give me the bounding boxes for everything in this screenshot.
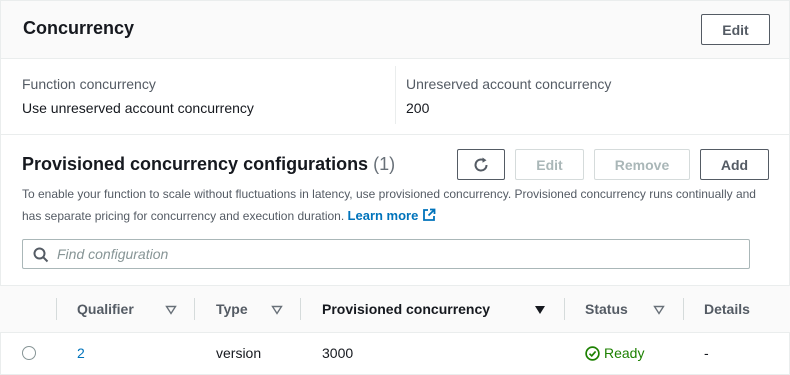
provisioned-title-text: Provisioned concurrency configurations (22, 154, 369, 174)
provisioned-description: To enable your function to scale without… (22, 183, 772, 227)
row-select-radio[interactable] (22, 346, 36, 360)
search-box[interactable] (22, 239, 750, 269)
table-row-status: Ready (585, 345, 644, 361)
search-input[interactable] (57, 240, 737, 268)
status-text: Ready (604, 345, 645, 361)
unreserved-concurrency-value: 200 (406, 100, 430, 116)
column-provisioned-concurrency[interactable]: Provisioned concurrency (322, 286, 490, 332)
column-details: Details (704, 301, 750, 317)
sort-triangle-icon[interactable] (653, 305, 665, 315)
provisioned-title: Provisioned concurrency configurations (… (22, 154, 395, 175)
remove-button[interactable]: Remove (594, 149, 690, 180)
sort-active-icon[interactable] (534, 305, 546, 315)
table-row-qualifier: 2 (77, 345, 85, 361)
concurrency-title: Concurrency (23, 18, 135, 38)
refresh-button[interactable] (457, 149, 505, 180)
sort-triangle-icon[interactable] (271, 305, 283, 315)
column-status[interactable]: Status (585, 286, 628, 332)
refresh-icon (474, 157, 488, 171)
column-type[interactable]: Type (216, 286, 248, 332)
column-separator (194, 298, 195, 320)
search-icon (33, 247, 49, 263)
learn-more-link[interactable]: Learn more (348, 208, 437, 223)
add-button[interactable]: Add (700, 149, 769, 180)
column-separator (300, 298, 301, 320)
column-separator (564, 298, 565, 320)
status-check-icon (585, 345, 600, 361)
table-row-type: version (216, 345, 262, 361)
column-separator (56, 298, 57, 320)
provisioned-edit-button[interactable]: Edit (515, 149, 584, 180)
external-link-icon (423, 208, 436, 221)
concurrency-edit-button[interactable]: Edit (701, 14, 770, 45)
qualifier-link[interactable]: 2 (77, 345, 85, 361)
table-row-details: - (704, 345, 709, 361)
column-separator (683, 298, 684, 320)
function-concurrency-label: Function concurrency (22, 76, 156, 92)
sort-triangle-icon[interactable] (165, 305, 177, 315)
provisioned-count: (1) (373, 154, 396, 174)
table-row-provisioned-concurrency: 3000 (322, 345, 354, 361)
kv-divider (395, 66, 396, 124)
table-header: Qualifier Type Provisioned concurrency S… (0, 285, 790, 333)
column-qualifier[interactable]: Qualifier (77, 286, 134, 332)
unreserved-concurrency-label: Unreserved account concurrency (406, 76, 612, 92)
learn-more-text: Learn more (347, 208, 419, 223)
concurrency-header: Concurrency Edit (1, 1, 789, 59)
function-concurrency-value: Use unreserved account concurrency (22, 100, 254, 116)
